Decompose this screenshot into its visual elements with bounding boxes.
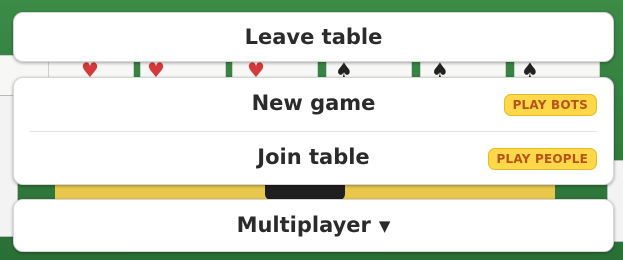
multiplayer-label: Multiplayer [236, 213, 371, 237]
leave-table-button[interactable]: Leave table [13, 12, 614, 62]
caret-down-icon: ▼ [378, 217, 391, 235]
play-people-badge: PLAY PEOPLE [487, 148, 597, 170]
game-options-panel: New game PLAY BOTS Join table PLAY PEOPL… [13, 77, 614, 185]
multiplayer-label-wrap: Multiplayer ▼ [14, 213, 613, 237]
multiplayer-dropdown[interactable]: Multiplayer ▼ [13, 199, 614, 252]
leave-table-label: Leave table [244, 25, 383, 49]
new-game-button[interactable]: New game PLAY BOTS [14, 78, 613, 131]
play-bots-badge: PLAY BOTS [503, 94, 597, 116]
join-table-button[interactable]: Join table PLAY PEOPLE [14, 132, 613, 185]
